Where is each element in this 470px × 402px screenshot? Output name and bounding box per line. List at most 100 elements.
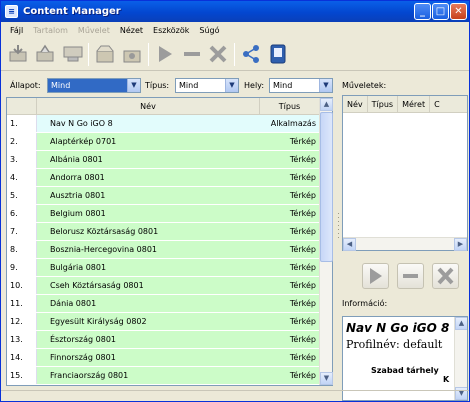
save-to-device-icon[interactable] xyxy=(34,43,56,65)
row-number: 5. xyxy=(7,187,37,204)
scroll-up-icon[interactable]: ▲ xyxy=(320,98,333,111)
operations-column-c[interactable]: C xyxy=(430,96,444,113)
table-row[interactable]: 10. Cseh Köztársaság 0801 Térkép xyxy=(7,277,320,295)
play-icon[interactable] xyxy=(154,43,176,65)
row-type: Térkép xyxy=(260,331,320,348)
row-type: Térkép xyxy=(260,205,320,222)
menu-tools[interactable]: Eszközök xyxy=(148,26,194,35)
row-number: 9. xyxy=(7,259,37,276)
chevron-down-icon[interactable]: ▼ xyxy=(319,79,332,92)
scroll-down-icon[interactable]: ▼ xyxy=(320,372,333,385)
row-type: Térkép xyxy=(260,313,320,330)
run-operations-button[interactable] xyxy=(362,263,389,289)
menu-view[interactable]: Nézet xyxy=(115,26,148,35)
device-icon[interactable] xyxy=(62,43,84,65)
type-filter-select[interactable]: Mind ▼ xyxy=(175,78,239,93)
device-settings-icon[interactable] xyxy=(267,43,289,65)
row-name: Franciaország 0801 xyxy=(37,367,260,384)
info-profile: Profilnév: default xyxy=(346,338,443,351)
row-number: 12. xyxy=(7,313,37,330)
column-name-header[interactable]: Név xyxy=(37,98,260,115)
operations-column-name[interactable]: Név xyxy=(343,96,368,113)
row-type: Térkép xyxy=(260,241,320,258)
row-type: Térkép xyxy=(260,169,320,186)
row-name: Bulgária 0801 xyxy=(37,259,260,276)
row-number: 8. xyxy=(7,241,37,258)
row-number: 4. xyxy=(7,169,37,186)
remove-operation-button[interactable] xyxy=(397,263,424,289)
info-title: Nav N Go iGO 8 xyxy=(346,321,450,335)
scroll-right-icon[interactable]: ▶ xyxy=(454,238,467,251)
operations-label: Műveletek: xyxy=(342,81,387,90)
row-name: Bosznia-Hercegovina 0801 xyxy=(37,241,260,258)
location-filter-select[interactable]: Mind ▼ xyxy=(269,78,333,93)
chevron-down-icon[interactable]: ▼ xyxy=(225,79,238,92)
remove-package-icon[interactable] xyxy=(121,43,143,65)
scrollbar-thumb[interactable] xyxy=(320,112,333,262)
column-number-header[interactable] xyxy=(7,98,37,115)
operations-horizontal-scrollbar[interactable]: ◀ ▶ xyxy=(343,237,467,251)
status-filter-select[interactable]: Mind ▼ xyxy=(47,78,141,93)
toolbar xyxy=(1,38,469,71)
location-filter-label: Hely: xyxy=(244,81,265,90)
cancel-icon[interactable] xyxy=(207,43,229,65)
table-row[interactable]: 12. Egyesült Királyság 0802 Térkép xyxy=(7,313,320,331)
column-type-header[interactable]: Típus xyxy=(260,98,320,115)
info-k-text: K xyxy=(443,375,450,384)
table-row[interactable]: 6. Belgium 0801 Térkép xyxy=(7,205,320,223)
table-row[interactable]: 4. Andorra 0801 Térkép xyxy=(7,169,320,187)
operations-column-type[interactable]: Típus xyxy=(368,96,399,113)
install-package-icon[interactable] xyxy=(94,43,116,65)
status-filter-value: Mind xyxy=(51,81,71,90)
table-row[interactable]: 11. Dánia 0801 Térkép xyxy=(7,295,320,313)
info-panel: Nav N Go iGO 8 Profilnév: default Szabad… xyxy=(342,316,468,401)
play-icon xyxy=(370,268,382,284)
clear-operations-button[interactable] xyxy=(432,263,459,289)
row-type: Térkép xyxy=(260,151,320,168)
minus-icon xyxy=(403,274,418,278)
toolbar-separator xyxy=(148,43,149,66)
content-manager-window: ≡ Content Manager _ □ ✕ Fájl Tartalom Mű… xyxy=(0,0,470,402)
row-type: Térkép xyxy=(260,133,320,150)
row-name: Albánia 0801 xyxy=(37,151,260,168)
minimize-button[interactable]: _ xyxy=(414,3,431,20)
row-number: 6. xyxy=(7,205,37,222)
menu-operation[interactable]: Művelet xyxy=(73,26,115,35)
load-icon[interactable] xyxy=(7,43,29,65)
maximize-button[interactable]: □ xyxy=(432,3,449,20)
menu-help[interactable]: Súgó xyxy=(194,26,224,35)
row-number: 15. xyxy=(7,367,37,384)
row-number: 14. xyxy=(7,349,37,366)
share-icon[interactable] xyxy=(240,43,262,65)
info-free-space: Szabad tárhely xyxy=(371,366,439,375)
row-name: Ausztria 0801 xyxy=(37,187,260,204)
list-header: Név Típus xyxy=(7,98,320,115)
scroll-left-icon[interactable]: ◀ xyxy=(343,238,356,251)
table-row[interactable]: 3. Albánia 0801 Térkép xyxy=(7,151,320,169)
table-row[interactable]: 7. Belorusz Köztársaság 0801 Térkép xyxy=(7,223,320,241)
info-vertical-scrollbar[interactable]: ▲ ▼ xyxy=(454,317,467,400)
table-row[interactable]: 13. Észtország 0801 Térkép xyxy=(7,331,320,349)
menu-content[interactable]: Tartalom xyxy=(28,26,73,35)
close-button[interactable]: ✕ xyxy=(450,3,467,20)
chevron-down-icon[interactable]: ▼ xyxy=(127,79,140,92)
status-filter-label: Állapot: xyxy=(10,81,41,90)
location-filter-value: Mind xyxy=(273,81,293,90)
table-row[interactable]: 2. Alaptérkép 0701 Térkép xyxy=(7,133,320,151)
table-row[interactable]: 5. Ausztria 0801 Térkép xyxy=(7,187,320,205)
title-bar[interactable]: ≡ Content Manager _ □ ✕ xyxy=(1,1,469,22)
scroll-up-icon[interactable]: ▲ xyxy=(455,317,467,330)
table-row[interactable]: 15. Franciaország 0801 Térkép xyxy=(7,367,320,385)
minus-icon[interactable] xyxy=(181,43,203,65)
type-filter-label: Típus: xyxy=(145,81,170,90)
menu-file[interactable]: Fájl xyxy=(5,26,28,35)
type-filter-value: Mind xyxy=(179,81,199,90)
table-row[interactable]: 8. Bosznia-Hercegovina 0801 Térkép xyxy=(7,241,320,259)
list-vertical-scrollbar[interactable]: ▲ ▼ xyxy=(319,98,333,385)
operations-column-size[interactable]: Méret xyxy=(398,96,431,113)
table-row[interactable]: 9. Bulgária 0801 Térkép xyxy=(7,259,320,277)
table-row[interactable]: 14. Finnország 0801 Térkép xyxy=(7,349,320,367)
toolbar-separator xyxy=(234,43,235,66)
table-row[interactable]: 1. Nav N Go iGO 8 Alkalmazás xyxy=(7,115,320,133)
app-icon: ≡ xyxy=(5,5,18,18)
